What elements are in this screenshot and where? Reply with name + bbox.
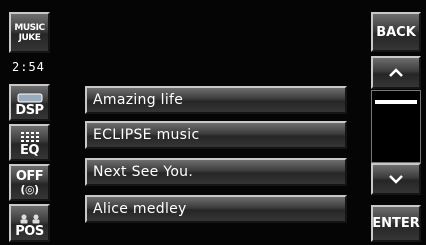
enter-label: ENTER (372, 216, 420, 231)
track-title: Amazing life (93, 92, 184, 108)
track-item-1[interactable]: Amazing life (85, 86, 347, 114)
clock: 2:54 (12, 60, 45, 74)
pos-button[interactable]: POS (9, 204, 50, 242)
scroll-up-button[interactable] (371, 56, 421, 89)
dsp-button[interactable]: DSP (9, 84, 50, 121)
track-title: Next See You. (93, 164, 194, 180)
track-title: ECLIPSE music (93, 127, 200, 143)
music-juke-button[interactable]: MUSIC JUKE (9, 12, 50, 53)
music-juke-screen: MUSIC JUKE 2:54 DSP EQ OFF (◎) POS Amazi… (0, 0, 426, 245)
equalizer-icon (20, 132, 39, 142)
chevron-down-icon (389, 175, 403, 184)
pos-label: POS (15, 224, 44, 239)
surround-icon: (◎) (20, 182, 39, 196)
logo-line-1: MUSIC (14, 22, 45, 33)
track-item-3[interactable]: Next See You. (85, 158, 347, 186)
track-title: Alice medley (93, 201, 187, 217)
back-label: BACK (376, 24, 416, 40)
scroll-down-button[interactable] (371, 163, 421, 195)
scroll-thumb[interactable] (375, 100, 417, 104)
logo-line-2: JUKE (18, 32, 41, 43)
off-button[interactable]: OFF (◎) (9, 164, 50, 201)
back-button[interactable]: BACK (371, 12, 421, 52)
enter-button[interactable]: ENTER (371, 205, 421, 242)
seat-position-icon (20, 214, 39, 224)
eq-label: EQ (20, 143, 39, 158)
track-item-2[interactable]: ECLIPSE music (85, 121, 347, 149)
chevron-up-icon (389, 67, 403, 77)
scrollbar[interactable] (371, 90, 421, 163)
dsp-label: DSP (15, 103, 44, 118)
track-item-4[interactable]: Alice medley (85, 195, 347, 223)
eq-button[interactable]: EQ (9, 124, 50, 161)
off-label: OFF (15, 168, 44, 184)
dsp-icon (17, 93, 42, 103)
